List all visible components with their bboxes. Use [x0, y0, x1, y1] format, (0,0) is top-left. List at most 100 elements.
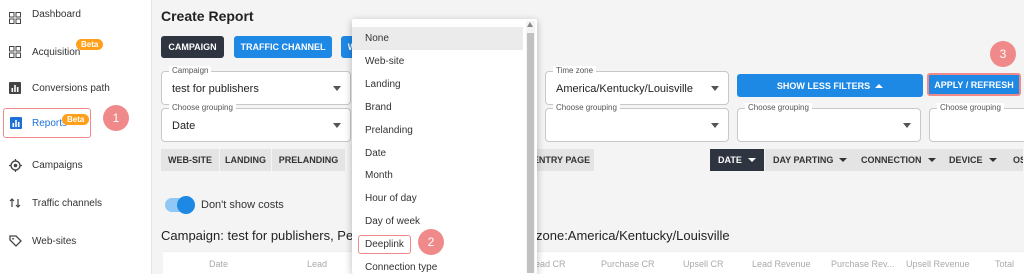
option-label: Web-site — [365, 56, 405, 67]
sidebar-item-traffic-channels[interactable]: Traffic channels — [0, 185, 152, 221]
column-header[interactable]: Lead Revenue — [752, 259, 811, 269]
segment-connection[interactable]: CONNECTION — [853, 149, 945, 171]
dropdown-scrollbar[interactable] — [526, 21, 535, 273]
grouping-dropdown-menu: None Web-site Landing Brand Prelanding D… — [352, 19, 537, 274]
segment-device[interactable]: DEVICE — [941, 149, 1006, 171]
step-badge-1: 1 — [103, 105, 129, 131]
sidebar: Dashboard Acquisition Beta Conversions p… — [0, 0, 152, 274]
column-header[interactable]: Lead — [307, 259, 327, 269]
field-label: Choose grouping — [745, 103, 812, 112]
dropdown-option-month[interactable]: Month — [352, 164, 523, 187]
field-value: Date — [172, 120, 196, 132]
column-header[interactable]: Date — [209, 259, 228, 269]
column-header[interactable]: Total — [995, 259, 1014, 269]
step-badge-3: 3 — [990, 41, 1016, 67]
chevron-down-icon — [747, 158, 756, 162]
show-less-filters-button[interactable]: SHOW LESS FILTERS — [737, 74, 923, 97]
column-header[interactable]: Upsell Revenue — [906, 259, 970, 269]
tag-icon — [8, 234, 22, 248]
chevron-down-icon — [988, 158, 997, 162]
option-label: Connection type — [365, 262, 438, 273]
segment-web-site[interactable]: WEB-SITE — [161, 149, 220, 171]
field-label: Campaign — [169, 66, 212, 75]
dropdown-option-prelanding[interactable]: Prelanding — [352, 119, 523, 142]
sidebar-item-label: Dashboard — [32, 9, 81, 20]
sidebar-item-label: Acquisition — [32, 46, 81, 58]
tab-campaign[interactable]: CAMPAIGN — [161, 36, 224, 58]
main-content: Create Report CAMPAIGN TRAFFIC CHANNEL W… — [153, 0, 1024, 274]
report-summary: Campaign: test for publishers, Peri — [161, 228, 361, 243]
page-title: Create Report — [161, 8, 254, 24]
segment-landing[interactable]: LANDING — [220, 149, 272, 171]
grouping-select-3[interactable]: Choose grouping — [737, 103, 921, 142]
option-label: Deeplink — [358, 235, 411, 254]
field-label: Choose grouping — [553, 103, 620, 112]
sidebar-item-conversions-path[interactable]: Conversions path — [0, 70, 152, 106]
column-header[interactable]: Purchase Rev... — [831, 259, 894, 269]
option-label: Day of week — [365, 216, 421, 227]
dashboard-icon — [8, 11, 22, 25]
option-label: None — [365, 33, 389, 44]
option-label: Prelanding — [365, 125, 413, 136]
dropdown-option-hour-of-day[interactable]: Hour of day — [352, 187, 523, 210]
option-label: Landing — [365, 79, 401, 90]
segment-label: OS — [1013, 155, 1023, 165]
dropdown-option-connection-type[interactable]: Connection type — [352, 256, 523, 274]
button-label: SHOW LESS FILTERS — [776, 80, 871, 91]
scroll-thumb[interactable] — [527, 33, 534, 273]
campaign-select[interactable]: Campaign test for publishers — [161, 66, 351, 105]
chevron-down-icon — [839, 158, 848, 162]
beta-badge: Beta — [76, 39, 104, 50]
field-value: America/Kentucky/Louisville — [556, 83, 693, 95]
segment-prelanding[interactable]: PRELANDING — [272, 149, 346, 171]
scroll-up-arrow-icon[interactable] — [527, 22, 533, 27]
dropdown-option-none[interactable]: None — [352, 27, 523, 50]
tab-traffic-channel[interactable]: TRAFFIC CHANNEL — [234, 36, 332, 58]
chevron-down-icon — [333, 86, 341, 91]
dropdown-option-day-of-week[interactable]: Day of week — [352, 210, 523, 233]
segment-label: DATE — [718, 155, 742, 165]
chevron-down-icon — [711, 123, 719, 128]
column-header[interactable]: ead CR — [535, 259, 566, 269]
option-label: Month — [365, 170, 393, 181]
sidebar-item-acquisition[interactable]: Acquisition — [0, 34, 152, 70]
reports-icon — [9, 116, 23, 130]
option-label: Hour of day — [365, 193, 417, 204]
grouping-select-1[interactable]: Choose grouping Date — [161, 103, 351, 142]
segment-day-parting[interactable]: DAY PARTING — [765, 149, 857, 171]
dropdown-option-date[interactable]: Date — [352, 142, 523, 165]
dropdown-option-brand[interactable]: Brand — [352, 96, 523, 119]
sidebar-item-dashboard[interactable]: Dashboard — [0, 0, 152, 36]
beta-badge: Beta — [62, 114, 90, 125]
dropdown-option-landing[interactable]: Landing — [352, 73, 523, 96]
sidebar-item-label: Web-sites — [32, 235, 77, 247]
column-header[interactable]: Upsell CR — [683, 259, 724, 269]
table-header: Date Lead ead CR Purchase CR Upsell CR L… — [163, 251, 1024, 274]
sidebar-item-label: Campaigns — [32, 159, 83, 171]
field-label: Choose grouping — [937, 103, 1004, 112]
dont-show-costs-toggle[interactable] — [165, 196, 195, 214]
bar-chart-icon — [8, 81, 22, 95]
grouping-select-2[interactable]: Choose grouping — [545, 103, 729, 142]
apply-refresh-button[interactable]: APPLY / REFRESH — [927, 73, 1021, 96]
segment-entry-page[interactable]: ENTRY PAGE — [529, 149, 595, 171]
column-header[interactable]: Purchase CR — [601, 259, 655, 269]
segment-os[interactable]: OS — [1005, 149, 1024, 171]
target-icon — [8, 158, 22, 172]
segment-label: CONNECTION — [861, 155, 922, 165]
field-value: test for publishers — [172, 83, 259, 95]
sidebar-item-web-sites[interactable]: Web-sites — [0, 223, 152, 259]
sidebar-item-label: Conversions path — [32, 82, 110, 94]
step-badge-2: 2 — [418, 229, 444, 255]
grouping-select-4[interactable]: Choose grouping — [929, 103, 1024, 142]
segment-date[interactable]: DATE — [710, 149, 765, 171]
arrows-icon — [8, 196, 22, 210]
dropdown-option-web-site[interactable]: Web-site — [352, 50, 523, 73]
chevron-up-icon — [875, 83, 884, 88]
sidebar-item-campaigns[interactable]: Campaigns — [0, 147, 152, 183]
field-label: Choose grouping — [169, 103, 236, 112]
segment-label: DEVICE — [949, 155, 983, 165]
chevron-down-icon — [927, 158, 936, 162]
timezone-select[interactable]: Time zone America/Kentucky/Louisville — [545, 66, 729, 105]
toggle-label: Don't show costs — [201, 199, 284, 211]
